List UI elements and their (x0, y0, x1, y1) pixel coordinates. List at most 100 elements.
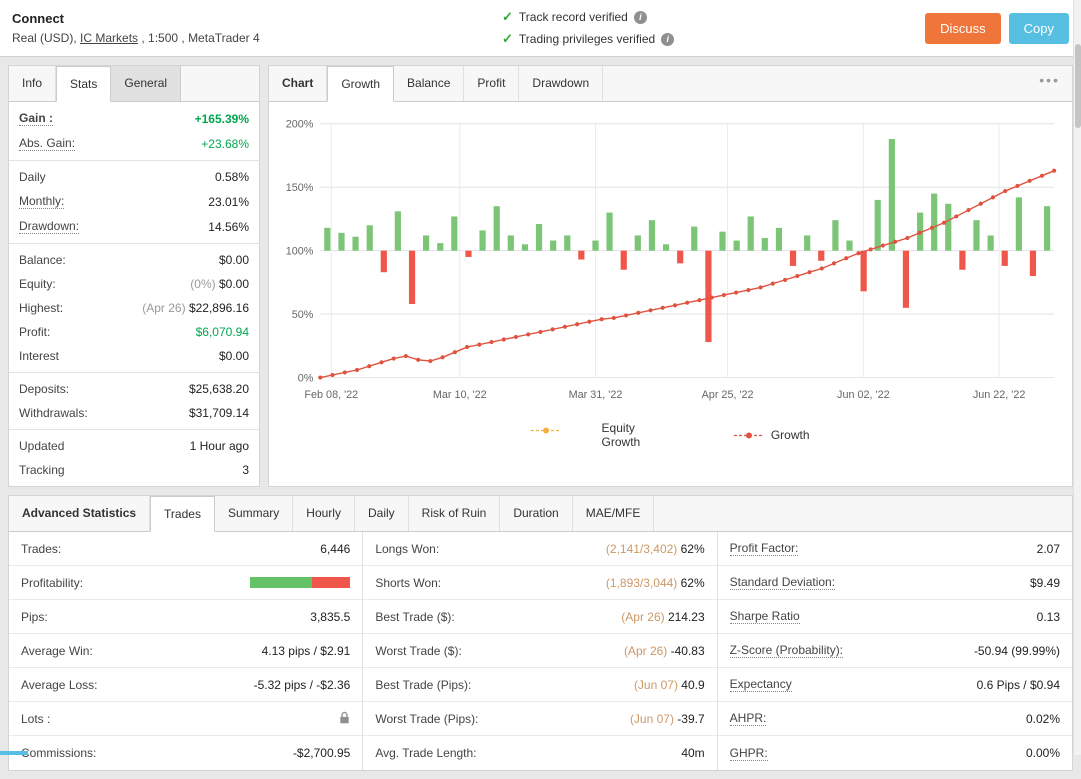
stat-row-gain: Gain :+165.39% (9, 106, 259, 131)
stat-label: Abs. Gain: (19, 136, 75, 151)
stat-cell-pips: Pips:3,835.5 (9, 600, 362, 634)
stat-row-abs-gain: Abs. Gain: +23.68% (9, 131, 259, 156)
statistics-tabs: Advanced StatisticsTradesSummaryHourlyDa… (9, 496, 1072, 532)
stat-value: 0.02% (1026, 712, 1060, 726)
stat-label: Commissions: (21, 746, 96, 760)
stat-cell-z-score-probability: Z-Score (Probability):-50.94 (99.99%) (718, 634, 1072, 668)
stat-row-balance: Balance:$0.00 (9, 248, 259, 272)
stat-label: Daily (19, 170, 46, 184)
tab-daily[interactable]: Daily (355, 496, 409, 531)
stat-label: Updated (19, 439, 64, 453)
stat-row-withdrawals: Withdrawals:$31,709.14 (9, 401, 259, 425)
stat-value: -5.32 pips / -$2.36 (254, 678, 351, 692)
tab-growth[interactable]: Growth (327, 66, 394, 102)
stat-cell-average-loss: Average Loss:-5.32 pips / -$2.36 (9, 668, 362, 702)
legend-growth[interactable]: Growth (734, 421, 810, 449)
stat-label: Interest (19, 349, 59, 363)
profitability-bar (250, 577, 350, 588)
tab-drawdown[interactable]: Drawdown (519, 66, 603, 101)
stat-value-prefix: (0%) (190, 277, 219, 291)
verification-text: Track record verified (519, 10, 628, 24)
stat-cell-sharpe-ratio: Sharpe Ratio0.13 (718, 600, 1072, 634)
svg-text:200%: 200% (286, 119, 314, 131)
stat-row-updated: Updated1 Hour ago (9, 434, 259, 458)
tab-stats[interactable]: Stats (56, 66, 111, 102)
stat-group: Updated1 Hour agoTracking3 (9, 430, 259, 486)
tab-mae-mfe[interactable]: MAE/MFE (573, 496, 655, 531)
discuss-button[interactable]: Discuss (925, 13, 1001, 44)
stat-label: Best Trade ($): (375, 610, 454, 624)
stat-label: Monthly: (19, 194, 64, 209)
legend-equity-growth[interactable]: Equity Growth (531, 421, 643, 449)
stat-cell-lots: Lots : (9, 702, 362, 736)
tab-general[interactable]: General (111, 66, 181, 101)
stat-row-highest: Highest:(Apr 26) $22,896.16 (9, 296, 259, 320)
stat-label: Deposits: (19, 382, 69, 396)
tab-risk-of-ruin[interactable]: Risk of Ruin (409, 496, 501, 531)
tab-summary[interactable]: Summary (215, 496, 293, 531)
stat-value: (1,893/3,044) 62% (606, 576, 705, 590)
stat-cell-trades: Trades:6,446 (9, 532, 362, 566)
stat-value: 40m (681, 746, 704, 760)
stat-value: $31,709.14 (189, 406, 249, 420)
chart-legend: Equity Growth Growth (277, 407, 1064, 467)
stat-value: -50.94 (99.99%) (974, 644, 1060, 658)
chart-options-menu-icon[interactable]: ••• (1027, 66, 1072, 101)
svg-text:Feb 08, '22: Feb 08, '22 (304, 389, 358, 401)
stat-label: Longs Won: (375, 542, 439, 556)
account-subtitle: Real (USD), IC Markets , 1:500 , MetaTra… (12, 31, 260, 45)
stat-cell-expectancy: Expectancy0.6 Pips / $0.94 (718, 668, 1072, 702)
scrollbar-thumb[interactable] (1075, 44, 1081, 128)
account-info: Connect Real (USD), IC Markets , 1:500 ,… (12, 11, 260, 45)
stat-value-prefix: (Jun 07) (634, 678, 681, 692)
info-icon[interactable]: i (634, 11, 647, 24)
tab-duration[interactable]: Duration (500, 496, 572, 531)
copy-button[interactable]: Copy (1009, 13, 1069, 44)
legend-swatch-icon (734, 431, 764, 440)
horizontal-scrollbar-fragment[interactable] (0, 751, 28, 755)
stat-group: Deposits:$25,638.20Withdrawals:$31,709.1… (9, 373, 259, 430)
stat-label: Standard Deviation: (730, 575, 835, 590)
tab-trades[interactable]: Trades (150, 496, 215, 532)
stat-label: Lots : (21, 712, 50, 726)
stat-value: 0.00% (1026, 746, 1060, 760)
growth-chart-svg: 0%50%100%150%200%Feb 08, '22Mar 10, '22M… (277, 110, 1064, 407)
stat-label: Best Trade (Pips): (375, 678, 471, 692)
tab-hourly[interactable]: Hourly (293, 496, 355, 531)
verification-text: Trading privileges verified (519, 32, 655, 46)
tab-profit[interactable]: Profit (464, 66, 519, 101)
stat-value: +23.68% (201, 137, 249, 151)
stat-row-daily: Daily0.58% (9, 165, 259, 189)
tab-balance[interactable]: Balance (394, 66, 464, 101)
advanced-statistics-panel: Advanced StatisticsTradesSummaryHourlyDa… (8, 495, 1073, 771)
tab-chart: Chart (269, 66, 327, 101)
stat-cell-average-win: Average Win:4.13 pips / $2.91 (9, 634, 362, 668)
tab-info[interactable]: Info (9, 66, 56, 101)
stat-cell-ghpr: GHPR:0.00% (718, 736, 1072, 770)
stat-value: 6,446 (320, 542, 350, 556)
vertical-scrollbar[interactable] (1073, 0, 1081, 755)
stat-value: (Jun 07) -39.7 (630, 712, 705, 726)
stat-value: $0.00 (219, 349, 249, 363)
chart-body: 0%50%100%150%200%Feb 08, '22Mar 10, '22M… (269, 102, 1072, 467)
stat-value-prefix: (1,893/3,044) (606, 576, 681, 590)
stat-value: 23.01% (208, 195, 249, 209)
sidebar-tabs: InfoStatsGeneral (9, 66, 259, 102)
svg-text:0%: 0% (298, 373, 314, 385)
svg-text:100%: 100% (286, 246, 314, 258)
stat-label: Average Win: (21, 644, 93, 658)
account-type: Real (USD), (12, 31, 80, 45)
stat-cell-best-trade-pips: Best Trade (Pips): (Jun 07) 40.9 (363, 668, 716, 702)
stats-column-2: Longs Won:(2,141/3,402) 62%Shorts Won:(1… (363, 532, 717, 770)
stat-cell-profitability: Profitability: (9, 566, 362, 600)
broker-link[interactable]: IC Markets (80, 31, 138, 45)
stat-group: Balance:$0.00 Equity: (0%) $0.00 Highest:(A… (9, 244, 259, 373)
stat-label: Worst Trade ($): (375, 644, 461, 658)
growth-chart: 0%50%100%150%200%Feb 08, '22Mar 10, '22M… (277, 110, 1064, 407)
stat-label: Equity: (19, 277, 56, 291)
svg-text:Mar 10, '22: Mar 10, '22 (433, 389, 487, 401)
stat-cell-worst-trade-pips: Worst Trade (Pips):(Jun 07) -39.7 (363, 702, 716, 736)
stat-value: (Jun 07) 40.9 (634, 678, 705, 692)
stat-row-tracking: Tracking3 (9, 458, 259, 482)
info-icon[interactable]: i (661, 33, 674, 46)
